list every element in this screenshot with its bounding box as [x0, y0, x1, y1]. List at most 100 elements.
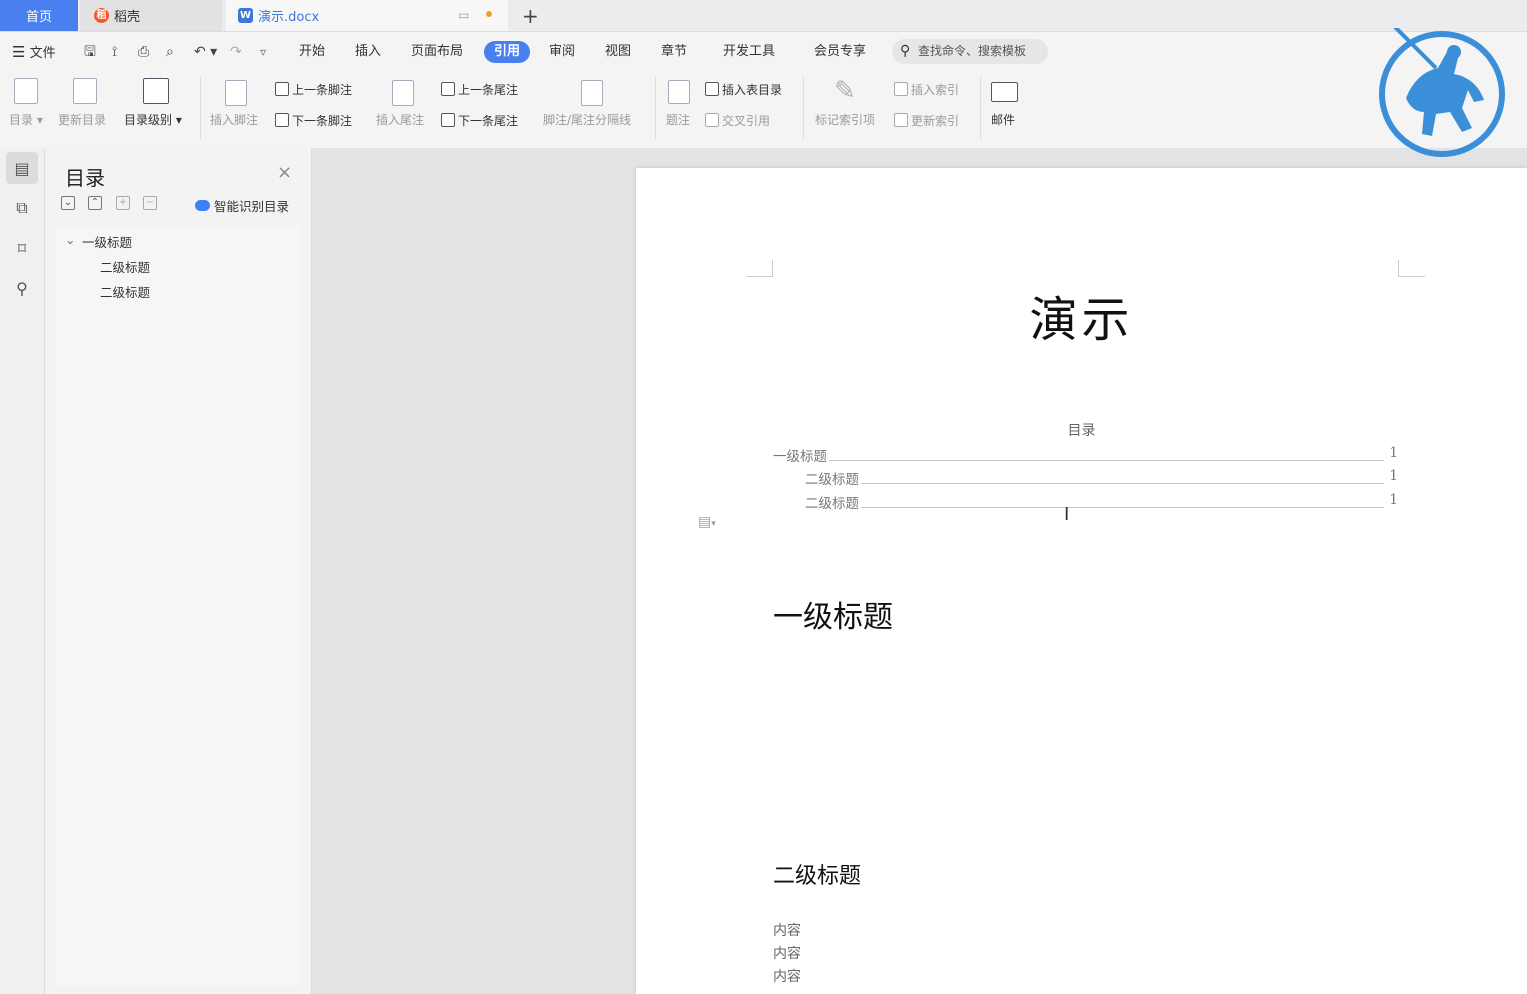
file-menu[interactable]: ☰ 文件 — [12, 32, 56, 70]
insert-table-toc-button[interactable]: 插入表目录 — [705, 81, 782, 98]
remove-heading-icon[interactable]: − — [143, 196, 157, 210]
tab-daoke-label: 稻壳 — [114, 10, 141, 25]
menu-start[interactable]: 开始 — [299, 32, 325, 70]
toc-entry-label: 二级标题 — [805, 468, 861, 488]
toc-tree: ⌄ 一级标题 二级标题 二级标题 — [55, 226, 301, 986]
save-icon[interactable]: 🖫 — [84, 32, 96, 70]
menu-developer[interactable]: 开发工具 — [723, 32, 775, 70]
toc-navigation-pane: 目录 × ⌄ ⌃ + − 智能识别目录 ⌄ 一级标题 二级标题 二级标题 — [45, 148, 312, 994]
expand-all-icon[interactable]: ⌄ — [61, 196, 75, 210]
toc-entry-page: 1 — [1389, 468, 1398, 484]
toc-pane-title: 目录 — [65, 166, 105, 190]
smart-toc-label: 智能识别目录 — [214, 199, 290, 214]
margin-marker — [746, 260, 773, 277]
knight-logo — [1379, 28, 1505, 157]
mail-button[interactable]: 邮件 — [991, 111, 1015, 128]
toc-pane-icon[interactable]: ▤ — [6, 152, 38, 184]
ribbon-divider — [655, 76, 656, 140]
format-painter-icon[interactable]: ⟟ — [112, 32, 117, 70]
chapter-nav-icon[interactable]: ⧉ — [6, 192, 38, 224]
body-paragraph: 内容 — [773, 923, 801, 939]
tab-home[interactable]: 首页 — [0, 0, 78, 31]
bookmark-icon[interactable]: ⌑ — [6, 232, 38, 264]
find-icon[interactable]: ⚲ — [6, 272, 38, 304]
menu-insert[interactable]: 插入 — [355, 32, 381, 70]
toc-tree-item[interactable]: 二级标题 — [100, 257, 150, 276]
toc-entry-label: 二级标题 — [805, 492, 861, 512]
insert-index-button[interactable]: 插入索引 — [894, 81, 959, 98]
toc-entry-page: 1 — [1389, 492, 1398, 508]
toc-level-button[interactable]: 目录级别 ▾ — [124, 111, 182, 128]
print-preview-icon[interactable]: ⌕ — [166, 32, 174, 70]
next-endnote-icon — [441, 113, 455, 127]
add-heading-icon[interactable]: + — [116, 196, 130, 210]
update-toc-button[interactable]: 更新目录 — [58, 111, 106, 128]
tab-daoke[interactable]: 稻 稻壳 — [80, 0, 222, 31]
ribbon-divider — [803, 76, 804, 140]
caption-icon — [668, 80, 690, 104]
menu-section[interactable]: 章节 — [661, 32, 687, 70]
quick-access-dropdown-icon[interactable]: ▿ — [260, 32, 266, 70]
toc-leader — [805, 507, 1384, 508]
menu-member[interactable]: 会员专享 — [814, 32, 866, 70]
undo-icon[interactable]: ↶ ▾ — [194, 32, 217, 70]
next-endnote-button[interactable]: 下一条尾注 — [441, 112, 518, 129]
update-index-button[interactable]: 更新索引 — [894, 112, 959, 129]
screen-icon[interactable]: ▭ — [458, 8, 469, 22]
prev-footnote-label: 上一条脚注 — [292, 83, 353, 97]
menu-references[interactable]: 引用 — [484, 41, 531, 63]
update-index-icon — [894, 113, 908, 127]
document-page[interactable]: 演示 目录 一级标题 1 二级标题 1 二级标题 1 ▤▾ I 一级标题 二级标… — [636, 168, 1527, 994]
menu-view[interactable]: 视图 — [605, 32, 631, 70]
insert-footnote-button[interactable]: 插入脚注 — [210, 111, 258, 128]
add-tab-button[interactable]: + — [522, 0, 539, 31]
insert-index-label: 插入索引 — [911, 83, 960, 97]
cross-reference-button[interactable]: 交叉引用 — [705, 112, 770, 129]
toc-entry[interactable]: 二级标题 1 — [773, 492, 1398, 512]
insert-endnote-button[interactable]: 插入尾注 — [376, 111, 424, 128]
collapse-all-icon[interactable]: ⌃ — [88, 196, 102, 210]
caption-button[interactable]: 题注 — [666, 111, 690, 128]
prev-endnote-button[interactable]: 上一条尾注 — [441, 81, 518, 98]
insert-index-icon — [894, 82, 908, 96]
mark-index-icon: ✎ — [834, 76, 856, 106]
separator-icon — [581, 80, 603, 106]
tab-document[interactable]: W 演示.docx ▭ — [226, 0, 508, 31]
menu-page-layout[interactable]: 页面布局 — [411, 32, 463, 70]
tab-document-label: 演示.docx — [258, 10, 320, 25]
next-endnote-label: 下一条尾注 — [458, 114, 519, 128]
update-index-label: 更新索引 — [911, 114, 960, 128]
toc-tree-item[interactable]: 一级标题 — [82, 232, 132, 251]
toc-button[interactable]: 目录 ▾ — [9, 111, 43, 128]
print-icon[interactable]: ⎙ — [138, 32, 149, 70]
toc-options-icon[interactable]: ▤▾ — [698, 514, 716, 530]
toc-heading: 目录 — [1067, 423, 1096, 439]
word-doc-icon: W — [238, 8, 253, 23]
tab-home-label: 首页 — [25, 10, 52, 25]
prev-footnote-button[interactable]: 上一条脚注 — [275, 81, 352, 98]
toc-level-icon — [143, 78, 169, 104]
menu-review[interactable]: 审阅 — [549, 32, 575, 70]
chevron-down-icon[interactable]: ⌄ — [65, 232, 75, 247]
footnote-separator-button[interactable]: 脚注/尾注分隔线 — [543, 111, 631, 128]
body-paragraph: 内容 — [773, 969, 801, 985]
toc-entry-page: 1 — [1389, 445, 1398, 461]
toc-entry[interactable]: 二级标题 1 — [773, 468, 1398, 488]
command-search-input[interactable]: ⚲ 查找命令、搜索模板 — [892, 39, 1048, 64]
mark-index-button[interactable]: 标记索引项 — [815, 111, 875, 128]
toc-icon — [14, 78, 38, 104]
toc-tree-item[interactable]: 二级标题 — [100, 282, 150, 301]
toc-leader — [773, 460, 1384, 461]
smart-recognize-icon — [195, 200, 210, 211]
smart-toc-button[interactable]: 智能识别目录 — [195, 196, 289, 215]
toc-entry[interactable]: 一级标题 1 — [773, 445, 1398, 465]
insert-footnote-icon — [225, 80, 247, 106]
add-tab-label: + — [522, 3, 539, 28]
document-title: 演示 — [1029, 292, 1134, 348]
redo-icon[interactable]: ↷ — [230, 32, 242, 70]
mail-icon — [991, 82, 1018, 102]
next-footnote-button[interactable]: 下一条脚注 — [275, 112, 352, 129]
menu-bar: ☰ 文件 🖫 ⟟ ⎙ ⌕ ↶ ▾ ↷ ▿ 开始 插入 页面布局 引用 审阅 视图… — [0, 32, 1527, 70]
ribbon-divider — [200, 76, 201, 140]
close-icon[interactable]: × — [277, 162, 292, 183]
